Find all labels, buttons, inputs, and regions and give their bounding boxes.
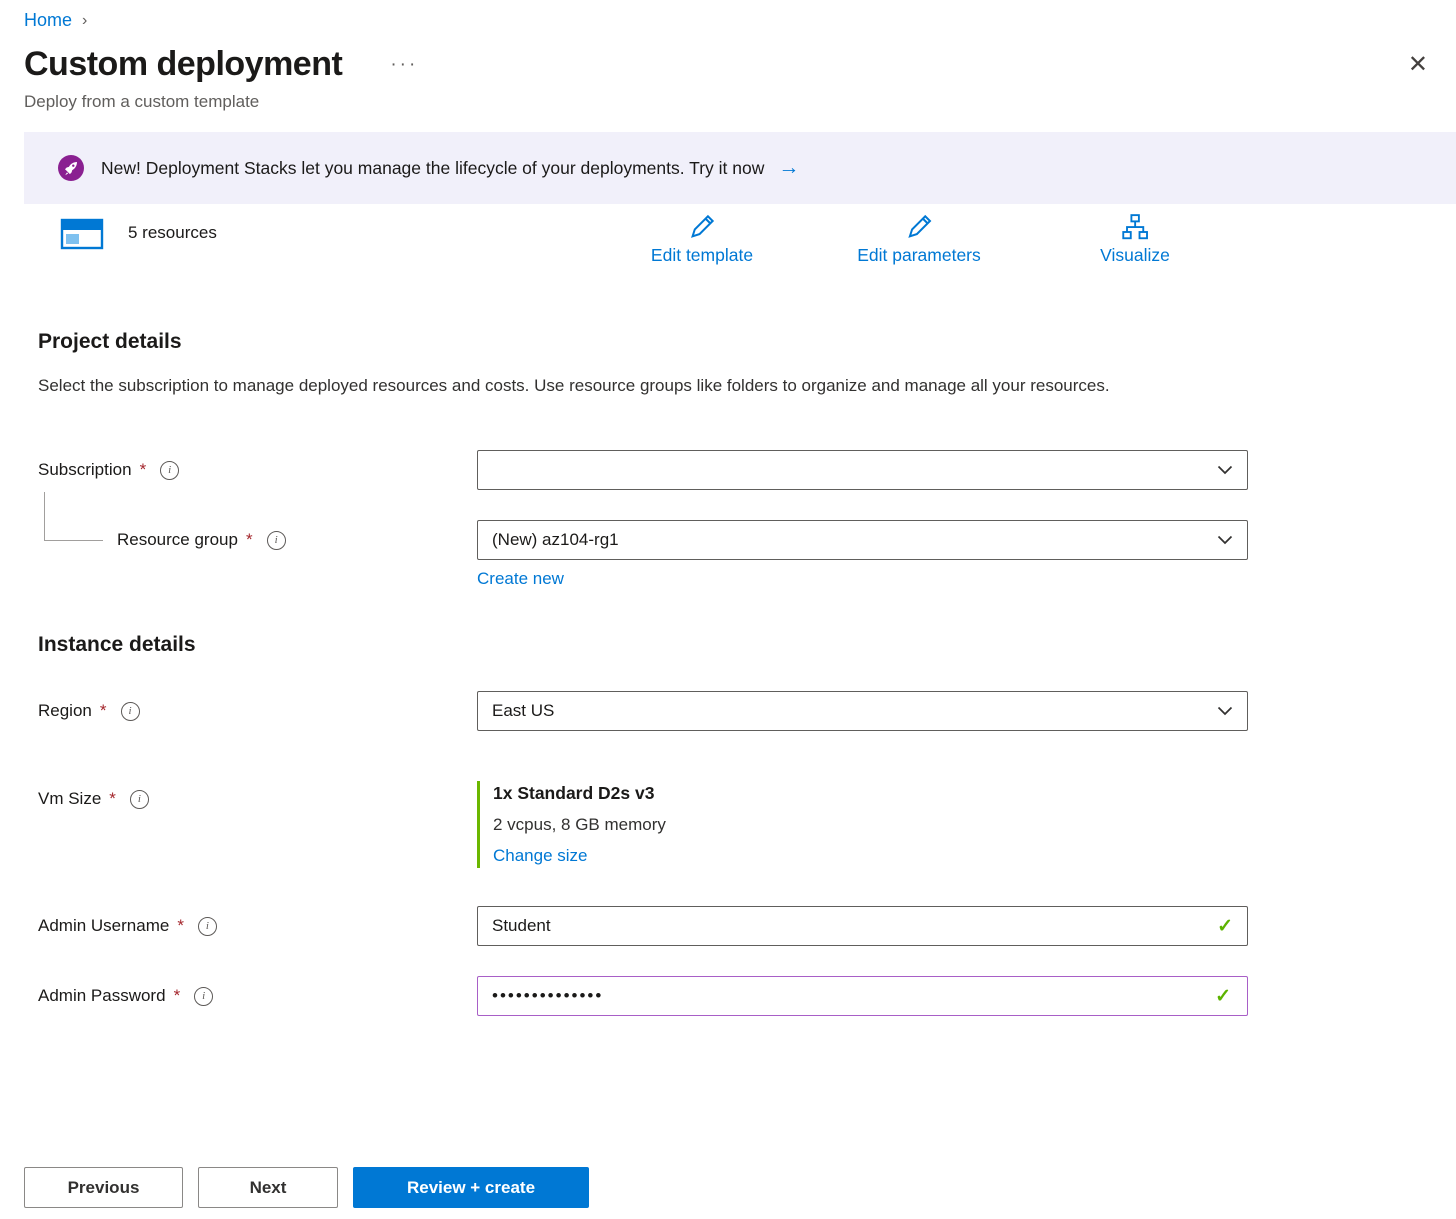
info-icon[interactable]: i (267, 531, 286, 550)
required-asterisk: * (174, 986, 181, 1006)
valid-check-icon: ✓ (1215, 985, 1233, 1008)
template-bar: 5 resources Edit template Edit parameter… (0, 210, 1456, 286)
region-dropdown[interactable]: East US (477, 691, 1248, 731)
instance-details-heading: Instance details (38, 633, 1432, 657)
vm-size-detail: 2 vcpus, 8 GB memory (493, 815, 1248, 835)
edit-parameters-link[interactable]: Edit parameters (857, 212, 981, 266)
previous-button[interactable]: Previous (24, 1167, 183, 1208)
template-info: 5 resources (60, 214, 217, 252)
required-asterisk: * (100, 701, 107, 721)
breadcrumb: Home › (0, 0, 1456, 31)
chevron-down-icon (1217, 465, 1233, 475)
admin-username-row: Admin Username* i Student ✓ (38, 906, 1432, 946)
region-value: East US (492, 701, 554, 721)
vm-size-selection: 1x Standard D2s v3 2 vcpus, 8 GB memory … (477, 781, 1248, 868)
required-asterisk: * (246, 530, 253, 550)
chevron-down-icon (1217, 706, 1233, 716)
valid-check-icon: ✓ (1217, 915, 1233, 938)
resource-group-label: Resource group* i (38, 530, 477, 550)
footer-buttons: Previous Next Review + create (24, 1167, 589, 1208)
change-size-link[interactable]: Change size (493, 846, 588, 866)
admin-username-input[interactable]: Student ✓ (477, 906, 1248, 946)
required-asterisk: * (109, 789, 116, 809)
info-icon[interactable]: i (198, 917, 217, 936)
admin-password-row: Admin Password* i •••••••••••••• ✓ (38, 976, 1432, 1016)
admin-username-value: Student (492, 916, 551, 936)
edit-template-label: Edit template (651, 245, 753, 266)
edit-parameters-label: Edit parameters (857, 245, 981, 266)
custom-deployment-page: Home › Custom deployment ··· ✕ Deploy fr… (0, 0, 1456, 1219)
admin-username-label: Admin Username* i (38, 916, 477, 936)
pencil-icon (904, 212, 934, 242)
rocket-icon (58, 155, 84, 181)
vm-size-row: Vm Size* i 1x Standard D2s v3 2 vcpus, 8… (38, 781, 1432, 868)
region-row: Region* i East US (38, 691, 1432, 731)
vm-size-title: 1x Standard D2s v3 (493, 783, 1248, 804)
resource-group-value: (New) az104-rg1 (492, 530, 619, 550)
banner-message: New! Deployment Stacks let you manage th… (101, 158, 764, 179)
deployment-stacks-banner[interactable]: New! Deployment Stacks let you manage th… (24, 132, 1456, 204)
info-icon[interactable]: i (130, 790, 149, 809)
chevron-down-icon (1217, 535, 1233, 545)
region-label: Region* i (38, 701, 477, 721)
subscription-row: Subscription* i (38, 450, 1432, 490)
required-asterisk: * (177, 916, 184, 936)
subscription-label: Subscription* i (38, 460, 477, 480)
project-details-heading: Project details (38, 330, 1432, 354)
close-icon[interactable]: ✕ (1408, 53, 1428, 77)
review-create-button[interactable]: Review + create (353, 1167, 589, 1208)
template-resources-icon (60, 214, 104, 252)
info-icon[interactable]: i (194, 987, 213, 1006)
admin-password-input[interactable]: •••••••••••••• ✓ (477, 976, 1248, 1016)
title-row: Custom deployment ··· ✕ (0, 31, 1456, 84)
resource-group-dropdown[interactable]: (New) az104-rg1 (477, 520, 1248, 560)
next-button[interactable]: Next (198, 1167, 338, 1208)
more-options-icon[interactable]: ··· (390, 54, 418, 76)
project-details-description: Select the subscription to manage deploy… (38, 370, 1188, 402)
create-new-link[interactable]: Create new (477, 569, 564, 589)
page-title: Custom deployment (24, 45, 342, 84)
breadcrumb-home-link[interactable]: Home (24, 10, 72, 31)
resource-group-tree-connector (44, 492, 103, 541)
breadcrumb-chevron-icon: › (82, 12, 87, 30)
project-rows: Subscription* i Resource group* i (38, 450, 1432, 589)
resource-group-row: Resource group* i (New) az104-rg1 (38, 520, 1432, 560)
required-asterisk: * (140, 460, 147, 480)
admin-password-value: •••••••••••••• (492, 986, 603, 1006)
vm-size-label: Vm Size* i (38, 781, 477, 809)
subscription-dropdown[interactable] (477, 450, 1248, 490)
visualize-label: Visualize (1100, 245, 1170, 266)
admin-password-label: Admin Password* i (38, 986, 477, 1006)
visualize-link[interactable]: Visualize (1100, 212, 1170, 266)
resources-count: 5 resources (128, 223, 217, 243)
page-subtitle: Deploy from a custom template (0, 84, 1456, 112)
org-chart-icon (1120, 212, 1150, 242)
info-icon[interactable]: i (121, 702, 140, 721)
form-content: Project details Select the subscription … (0, 330, 1456, 1016)
arrow-right-icon: → (778, 156, 799, 180)
edit-template-link[interactable]: Edit template (651, 212, 753, 266)
info-icon[interactable]: i (160, 461, 179, 480)
pencil-icon (687, 212, 717, 242)
